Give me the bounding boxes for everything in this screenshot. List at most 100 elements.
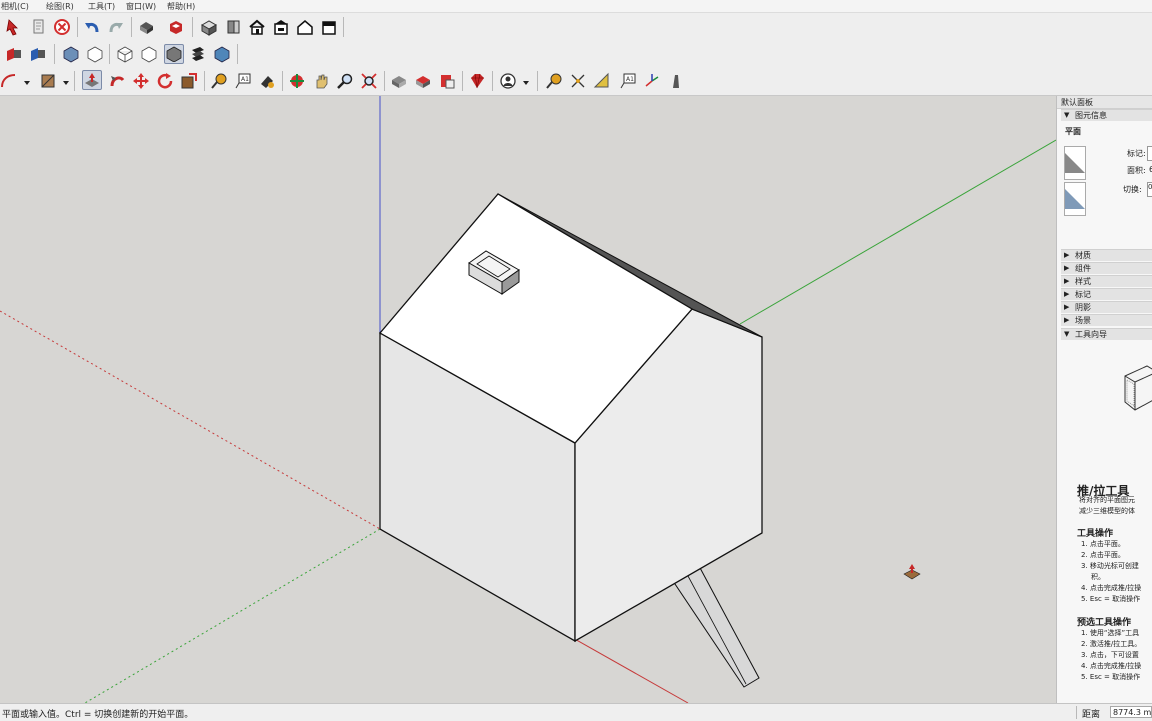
area-label: 面积: <box>1127 166 1146 175</box>
user-icon[interactable] <box>498 71 518 91</box>
select-pointer-icon[interactable] <box>4 17 24 37</box>
toolbar-styles <box>0 41 1152 68</box>
warehouse-view-icon[interactable] <box>319 17 339 37</box>
toggle-value[interactable]: 0 <box>1147 182 1152 197</box>
menu-item-window[interactable]: 窗口(W) <box>126 1 156 12</box>
model-viewport[interactable] <box>0 96 1056 703</box>
expanded-arrow-icon: ▼ <box>1064 111 1070 119</box>
hidden-line-icon[interactable] <box>115 44 135 64</box>
red-axis-back <box>0 310 381 530</box>
panel-label: 场景 <box>1075 316 1091 325</box>
orbit-icon[interactable] <box>287 71 307 91</box>
tape-measure-icon[interactable] <box>209 71 229 91</box>
menu-item-help[interactable]: 帮助(H) <box>167 1 195 12</box>
panel-shadows-header[interactable]: ▶ 阴影 <box>1061 301 1152 313</box>
measurement-input[interactable]: 8774.3 m <box>1110 706 1152 718</box>
svg-text:A1: A1 <box>626 76 634 83</box>
extension-warehouse-icon[interactable] <box>437 71 457 91</box>
panel-components-header[interactable]: ▶ 组件 <box>1061 262 1152 274</box>
geo-location-icon[interactable] <box>389 71 409 91</box>
arc-dropdown-caret[interactable] <box>24 81 30 85</box>
redo-icon[interactable] <box>106 17 126 37</box>
section-plane-icon[interactable] <box>4 44 24 64</box>
iso-view-icon[interactable] <box>199 17 219 37</box>
panel-entity-info-header[interactable]: ▼ 图元信息 <box>1061 109 1152 121</box>
home-view-icon[interactable] <box>247 17 267 37</box>
zoom-extents-icon[interactable] <box>359 71 379 91</box>
toolbar-separator <box>537 71 538 91</box>
instructor-desc-line: 减少三维模型的体 <box>1079 507 1135 515</box>
house-outline-view-icon[interactable] <box>295 17 315 37</box>
collapsed-arrow-icon: ▶ <box>1064 303 1070 311</box>
xray-icon[interactable] <box>61 44 81 64</box>
zoom-icon[interactable] <box>335 71 355 91</box>
house-model <box>378 193 763 643</box>
textured-icon[interactable] <box>164 44 184 64</box>
back-edges-icon[interactable] <box>212 44 232 64</box>
toolbar-separator <box>384 71 385 91</box>
panel-tags-header[interactable]: ▶ 标记 <box>1061 288 1152 300</box>
green-axis <box>739 139 1056 325</box>
3d-warehouse-icon[interactable] <box>413 71 433 91</box>
front-view-icon[interactable] <box>223 17 243 37</box>
toolbar-separator <box>204 71 205 91</box>
model-info-icon[interactable] <box>28 17 48 37</box>
arc-icon[interactable] <box>0 71 18 91</box>
axes-icon[interactable] <box>642 71 662 91</box>
menu-bar: 相机(C) 绘图(R) 工具(T) 窗口(W) 帮助(H) <box>0 0 1152 13</box>
paint-icon[interactable] <box>257 71 277 91</box>
toolbar-standard <box>0 13 1152 42</box>
section-display-icon[interactable] <box>28 44 48 64</box>
dimension-icon[interactable] <box>568 71 588 91</box>
panel-label: 标记 <box>1075 290 1091 299</box>
user-dropdown-caret[interactable] <box>523 81 529 85</box>
toolbar-separator <box>237 44 238 64</box>
wireframe-icon[interactable] <box>85 44 105 64</box>
panel-label: 图元信息 <box>1075 111 1107 120</box>
3d-text-icon[interactable]: A1 <box>618 71 638 91</box>
instructor-step: 1. 使用“选择”工具 <box>1081 629 1140 637</box>
tag-dropdown[interactable] <box>1147 146 1152 161</box>
menu-item-draw[interactable]: 绘图(R) <box>46 1 74 12</box>
push-pull-icon[interactable] <box>82 70 102 90</box>
move-icon[interactable] <box>131 71 151 91</box>
walk-icon[interactable] <box>666 71 686 91</box>
rotate-icon[interactable] <box>155 71 175 91</box>
protractor-icon[interactable] <box>592 71 612 91</box>
collapsed-arrow-icon: ▶ <box>1064 277 1070 285</box>
follow-me-icon[interactable] <box>107 71 127 91</box>
extension-icon[interactable] <box>166 17 186 37</box>
toolbar-separator <box>343 17 344 37</box>
tag-label: 标记: <box>1127 149 1146 158</box>
menu-item-camera[interactable]: 相机(C) <box>1 1 29 12</box>
ruby-icon[interactable] <box>467 71 487 91</box>
rectangle-dropdown-caret[interactable] <box>63 81 69 85</box>
toolbar-separator <box>282 71 283 91</box>
front-material-swatch[interactable] <box>1064 146 1086 180</box>
shaded-icon[interactable] <box>139 44 159 64</box>
house-top-view-icon[interactable] <box>271 17 291 37</box>
status-separator <box>1076 706 1077 719</box>
erase-cancel-icon[interactable] <box>52 17 72 37</box>
instructor-desc-line: 将对齐的平面图元 <box>1079 496 1135 504</box>
monochrome-icon[interactable] <box>188 44 208 64</box>
panel-label: 材质 <box>1075 251 1091 260</box>
undo-icon[interactable] <box>82 17 102 37</box>
print-icon[interactable] <box>136 17 156 37</box>
text-icon[interactable]: A1 <box>233 71 253 91</box>
tape-icon[interactable] <box>544 71 564 91</box>
panel-instructor-header[interactable]: ▼ 工具向导 <box>1061 328 1152 340</box>
green-axis-back <box>84 528 381 703</box>
instructor-step: 2. 激活推/拉工具。 <box>1081 640 1142 648</box>
scene-drawing <box>0 96 1056 703</box>
panel-styles-header[interactable]: ▶ 样式 <box>1061 275 1152 287</box>
pan-icon[interactable] <box>311 71 331 91</box>
scale-icon[interactable] <box>179 71 199 91</box>
back-material-swatch[interactable] <box>1064 182 1086 216</box>
toolbar-separator <box>109 44 110 64</box>
panel-materials-header[interactable]: ▶ 材质 <box>1061 249 1152 261</box>
menu-item-tools[interactable]: 工具(T) <box>88 1 115 12</box>
rectangle-icon[interactable] <box>38 71 58 91</box>
panel-scenes-header[interactable]: ▶ 场景 <box>1061 314 1152 326</box>
expanded-arrow-icon: ▼ <box>1064 330 1070 338</box>
